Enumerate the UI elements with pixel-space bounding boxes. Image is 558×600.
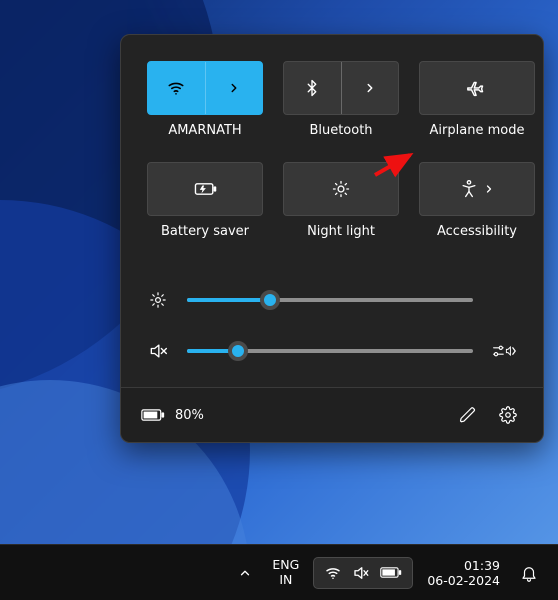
date-text: 06-02-2024 <box>427 573 500 588</box>
tray-overflow-button[interactable] <box>232 562 258 584</box>
battery-icon <box>380 566 402 579</box>
notifications-button[interactable] <box>514 560 544 586</box>
night-light-icon <box>331 179 351 199</box>
accessibility-label: Accessibility <box>437 224 517 239</box>
bell-icon <box>520 564 538 582</box>
volume-muted-icon <box>352 564 370 582</box>
brightness-icon <box>149 291 167 309</box>
pencil-icon <box>459 406 477 424</box>
brightness-thumb[interactable] <box>260 290 280 310</box>
volume-row <box>147 325 517 377</box>
chevron-right-icon <box>483 183 495 195</box>
volume-muted-icon[interactable] <box>148 341 168 361</box>
night-light-tile[interactable] <box>283 162 399 216</box>
sliders-section <box>121 259 543 387</box>
battery-icon[interactable] <box>141 408 165 422</box>
chevron-right-icon <box>363 81 377 95</box>
bluetooth-toggle[interactable] <box>284 62 342 114</box>
brightness-fill <box>187 298 270 302</box>
quick-settings-panel: AMARNATH Bluetooth <box>120 34 544 443</box>
bluetooth-tile[interactable] <box>283 61 399 115</box>
wifi-tile[interactable] <box>147 61 263 115</box>
battery-saver-label: Battery saver <box>161 224 249 239</box>
night-light-label: Night light <box>307 224 375 239</box>
volume-thumb[interactable] <box>228 341 248 361</box>
airplane-label: Airplane mode <box>430 123 525 138</box>
gear-icon <box>499 406 517 424</box>
wifi-icon <box>166 78 186 98</box>
language-button[interactable]: ENG IN <box>266 556 305 589</box>
airplane-icon <box>466 77 488 99</box>
lang-bottom: IN <box>279 573 292 587</box>
accessibility-icon <box>459 179 479 199</box>
panel-footer: 80% <box>121 387 543 442</box>
taskbar: ENG IN 01:39 06-02-2024 <box>0 544 558 600</box>
chevron-up-icon <box>238 566 252 580</box>
quick-settings-grid: AMARNATH Bluetooth <box>121 35 543 259</box>
battery-percent-text: 80% <box>175 408 204 423</box>
airplane-mode-tile[interactable] <box>419 61 535 115</box>
bluetooth-icon <box>303 79 321 97</box>
bluetooth-label: Bluetooth <box>309 123 372 138</box>
bluetooth-expand[interactable] <box>342 62 399 114</box>
sound-output-button[interactable] <box>491 342 517 360</box>
time-text: 01:39 <box>464 558 500 573</box>
wifi-icon <box>324 564 342 582</box>
wifi-toggle[interactable] <box>148 62 206 114</box>
clock-button[interactable]: 01:39 06-02-2024 <box>421 556 506 590</box>
brightness-row <box>147 275 517 325</box>
system-tray-button[interactable] <box>313 557 413 589</box>
wifi-expand[interactable] <box>206 62 263 114</box>
brightness-slider[interactable] <box>187 292 473 308</box>
wifi-label: AMARNATH <box>168 123 241 138</box>
edit-quick-settings-button[interactable] <box>453 400 483 430</box>
settings-button[interactable] <box>493 400 523 430</box>
volume-slider[interactable] <box>187 343 473 359</box>
accessibility-tile[interactable] <box>419 162 535 216</box>
battery-saver-icon <box>192 180 218 198</box>
battery-saver-tile[interactable] <box>147 162 263 216</box>
lang-top: ENG <box>272 558 299 572</box>
chevron-right-icon <box>227 81 241 95</box>
